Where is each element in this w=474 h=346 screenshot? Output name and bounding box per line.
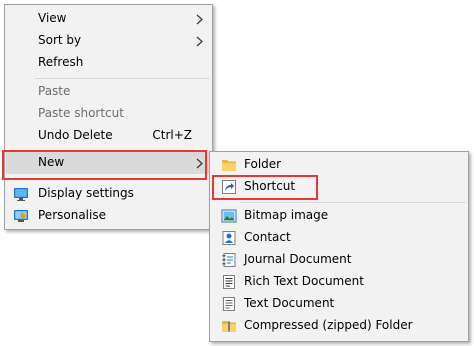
menu-item-personalise-label: Personalise bbox=[38, 208, 106, 222]
menu-item-display-settings[interactable]: Display settings bbox=[6, 183, 211, 205]
display-settings-icon bbox=[14, 188, 28, 201]
submenu-item-shortcut-label: Shortcut bbox=[244, 179, 296, 193]
menu-item-undo-delete-shortcut: Ctrl+Z bbox=[152, 128, 192, 142]
submenu-item-folder[interactable]: Folder bbox=[211, 154, 467, 176]
menu-item-new[interactable]: New bbox=[6, 152, 211, 174]
submenu-item-bitmap-image[interactable]: Bitmap image bbox=[211, 205, 467, 227]
submenu-item-contact[interactable]: Contact bbox=[211, 227, 467, 249]
menu-item-paste-shortcut[interactable]: Paste shortcut bbox=[6, 103, 211, 125]
submenu-item-rich-text-document[interactable]: Rich Text Document bbox=[211, 271, 467, 293]
submenu-item-journal-document-label: Journal Document bbox=[244, 252, 352, 266]
submenu-item-zipped-folder-label: Compressed (zipped) Folder bbox=[244, 318, 413, 332]
submenu-item-contact-label: Contact bbox=[244, 230, 291, 244]
menu-item-refresh-label: Refresh bbox=[38, 55, 84, 69]
menu-item-paste[interactable]: Paste bbox=[6, 81, 211, 103]
submenu-item-journal-document[interactable]: Journal Document bbox=[211, 249, 467, 271]
zipped-folder-icon bbox=[222, 321, 236, 332]
new-submenu: Folder Shortcut Bitmap image Contact Jou… bbox=[209, 151, 469, 342]
text-document-icon bbox=[223, 297, 235, 311]
menu-item-undo-delete-label: Undo Delete bbox=[38, 128, 113, 142]
menu-item-display-settings-label: Display settings bbox=[38, 186, 134, 200]
desktop-context-menu: View Sort by Refresh Paste Paste shortcu… bbox=[4, 4, 213, 230]
folder-icon bbox=[222, 160, 236, 171]
submenu-item-rich-text-document-label: Rich Text Document bbox=[244, 274, 364, 288]
menu-separator bbox=[35, 78, 210, 79]
rich-text-document-icon bbox=[223, 275, 235, 289]
chevron-right-icon bbox=[196, 14, 203, 25]
menu-item-paste-label: Paste bbox=[38, 84, 71, 98]
menu-item-paste-shortcut-label: Paste shortcut bbox=[38, 106, 124, 120]
submenu-item-text-document-label: Text Document bbox=[244, 296, 335, 310]
menu-separator bbox=[35, 178, 210, 179]
chevron-right-icon bbox=[196, 36, 203, 47]
chevron-right-icon bbox=[196, 158, 203, 169]
bitmap-image-icon bbox=[221, 209, 237, 223]
submenu-item-shortcut[interactable]: Shortcut bbox=[211, 176, 467, 198]
menu-item-refresh[interactable]: Refresh bbox=[6, 52, 211, 74]
submenu-item-text-document[interactable]: Text Document bbox=[211, 293, 467, 315]
menu-separator bbox=[35, 150, 210, 151]
personalise-icon bbox=[14, 210, 28, 222]
menu-item-view[interactable]: View bbox=[6, 8, 211, 30]
menu-item-undo-delete[interactable]: Undo Delete Ctrl+Z bbox=[6, 125, 211, 147]
submenu-item-zipped-folder[interactable]: Compressed (zipped) Folder bbox=[211, 315, 467, 337]
shortcut-icon bbox=[222, 180, 236, 194]
menu-item-view-label: View bbox=[38, 11, 67, 25]
menu-item-personalise[interactable]: Personalise bbox=[6, 205, 211, 227]
contact-icon bbox=[222, 231, 236, 245]
journal-document-icon bbox=[222, 253, 236, 267]
menu-item-sort-by-label: Sort by bbox=[38, 33, 82, 47]
menu-item-new-label: New bbox=[38, 155, 65, 169]
submenu-item-bitmap-image-label: Bitmap image bbox=[244, 208, 329, 222]
submenu-item-folder-label: Folder bbox=[244, 157, 282, 171]
menu-separator bbox=[240, 202, 466, 203]
menu-item-sort-by[interactable]: Sort by bbox=[6, 30, 211, 52]
